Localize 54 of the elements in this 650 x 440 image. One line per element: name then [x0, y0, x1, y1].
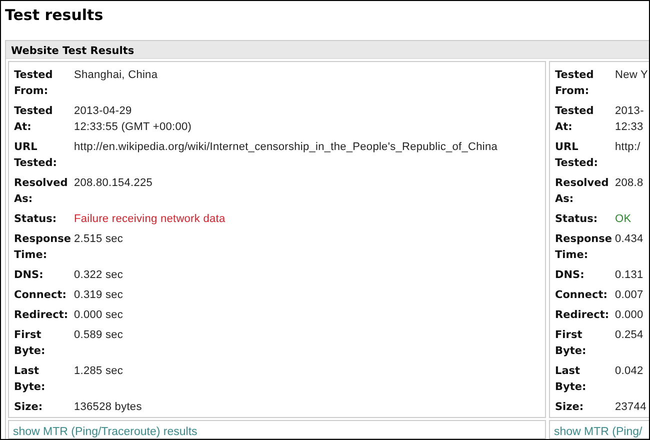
field-value: 12:33 — [615, 120, 644, 135]
field-value: 0.042 — [615, 364, 644, 379]
field-value: 0.319 sec — [74, 288, 124, 303]
field-value: Failure receiving network data — [74, 212, 226, 227]
field-label: Tested At: — [555, 104, 594, 135]
field-label: Connect: — [14, 288, 66, 303]
field-label: Redirect: — [14, 308, 68, 323]
field-value: 136528 bytes — [74, 400, 142, 415]
field-value: http://en.wikipedia.org/wiki/Internet_censorship_in_the_People's_Republic_of_China — [74, 140, 498, 155]
field-value: New Y — [615, 68, 648, 83]
field-label: Status: — [14, 212, 57, 227]
field-value: Shanghai, China — [74, 68, 158, 83]
field-value: 0.007 — [615, 288, 644, 303]
field-label: Last Byte: — [14, 364, 46, 395]
field-label: First Byte: — [14, 328, 46, 359]
field-value: 0.254 — [615, 328, 644, 343]
field-value: 1.285 sec — [74, 364, 124, 379]
field-label: Tested At: — [14, 104, 53, 135]
field-label: Last Byte: — [555, 364, 586, 395]
field-value: http:/ — [615, 140, 640, 155]
field-value: 0.000 — [615, 308, 644, 323]
field-label: Size: — [14, 400, 43, 415]
field-label: DNS: — [555, 268, 584, 283]
mtr-link[interactable]: show MTR (Ping/ — [554, 426, 642, 438]
field-value: 208.80.154.225 — [74, 176, 153, 191]
field-label: URL Tested: — [555, 140, 598, 171]
field-label: Redirect: — [555, 308, 610, 323]
field-value: 0.131 — [615, 268, 644, 283]
field-value: 2013- — [615, 104, 644, 119]
field-value: 0.434 — [615, 232, 644, 247]
field-value: 2013-04-29 — [74, 104, 133, 119]
field-label: Tested From: — [14, 68, 53, 99]
field-label: Resolved As: — [14, 176, 68, 207]
field-label: Size: — [555, 400, 584, 415]
page-title: Test results — [5, 5, 104, 25]
panel-title: Website Test Results — [11, 45, 134, 57]
field-label: Status: — [555, 212, 598, 227]
field-label: Tested From: — [555, 68, 594, 99]
field-value: 0.322 sec — [74, 268, 124, 283]
mtr-link[interactable]: show MTR (Ping/Traceroute) results — [13, 426, 198, 438]
field-value: 0.589 sec — [74, 328, 124, 343]
field-value: 23744 — [615, 400, 646, 415]
field-value: OK — [615, 212, 632, 227]
field-value: 0.000 sec — [74, 308, 124, 323]
field-label: Connect: — [555, 288, 608, 303]
field-label: Response Time: — [14, 232, 72, 263]
field-label: DNS: — [14, 268, 44, 283]
field-value: 208.8 — [615, 176, 644, 191]
field-label: First Byte: — [555, 328, 586, 359]
field-label: URL Tested: — [14, 140, 57, 171]
field-label: Resolved As: — [555, 176, 609, 207]
field-label: Response Time: — [555, 232, 612, 263]
field-value: 12:33:55 (GMT +00:00) — [74, 120, 192, 135]
field-value: 2.515 sec — [74, 232, 124, 247]
